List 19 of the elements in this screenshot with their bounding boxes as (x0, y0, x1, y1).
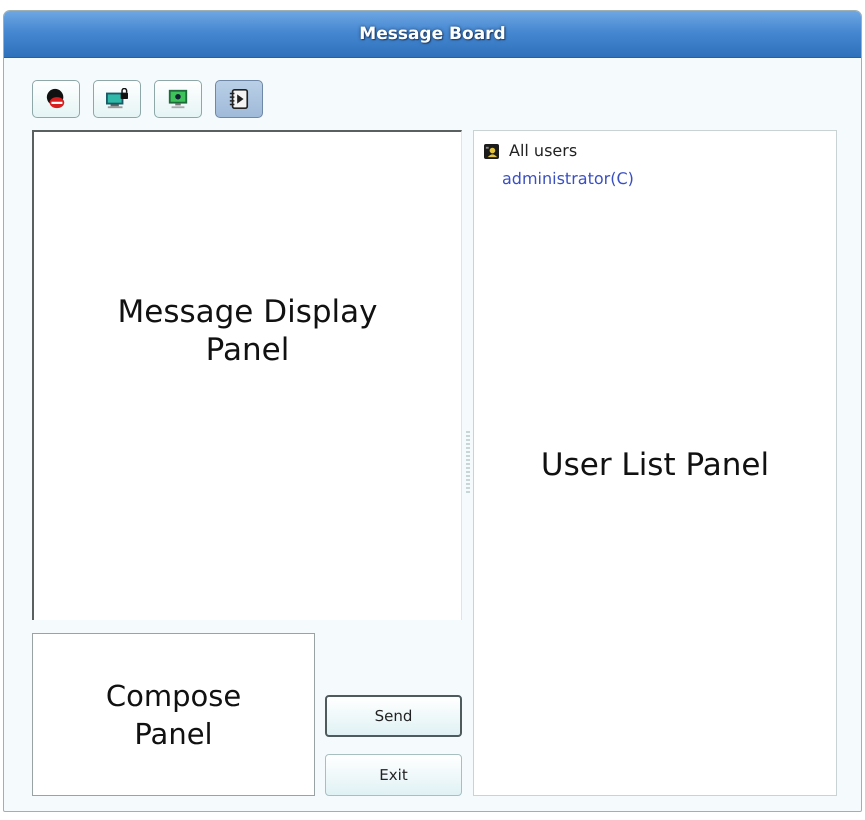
toolbar-button[interactable] (93, 80, 141, 118)
toolbar-button[interactable] (154, 80, 202, 118)
compose-field[interactable]: Compose Panel (32, 633, 315, 796)
user-block-icon (45, 88, 67, 110)
user-list-item[interactable]: administrator(C) (502, 168, 634, 190)
action-button[interactable]: Exit (325, 754, 462, 796)
monitor-icon (167, 88, 189, 110)
panel-label: Compose Panel (104, 678, 242, 752)
toolbar-button[interactable] (215, 80, 263, 118)
monitor-lock-icon (105, 88, 129, 110)
splitter-grip[interactable] (466, 431, 470, 495)
window-title: Message Board (359, 24, 506, 44)
panel-label: User List Panel (540, 447, 770, 483)
notebook-play-icon (228, 88, 250, 110)
action-button[interactable]: Send (325, 695, 462, 737)
toolbar-button[interactable] (32, 80, 80, 118)
group-list-item[interactable]: All users (509, 140, 578, 162)
user-group-icon (484, 144, 499, 158)
panel-label: Message Display Panel (116, 293, 378, 369)
